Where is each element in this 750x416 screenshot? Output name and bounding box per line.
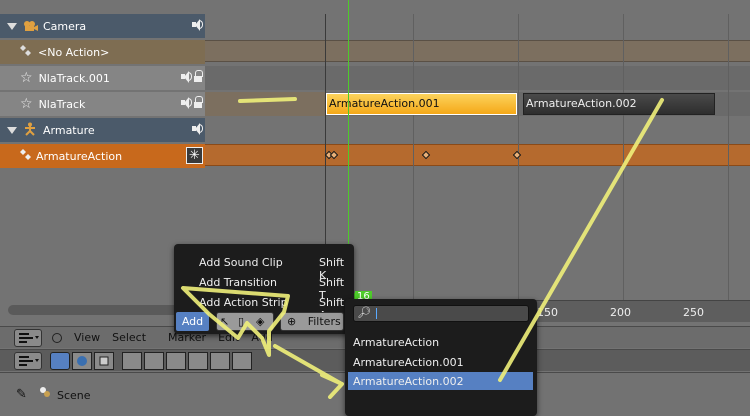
scene-icon — [38, 385, 52, 402]
strip-extend-region — [205, 92, 325, 116]
action-strip-002[interactable]: ArmatureAction.002 — [523, 93, 715, 115]
lock-icon[interactable] — [193, 70, 203, 82]
track-row-camera — [205, 14, 750, 38]
push-down-icon[interactable]: ✳ — [186, 147, 203, 164]
action-strip-001[interactable]: ArmatureAction.001 — [326, 93, 517, 115]
grid-line — [728, 14, 729, 304]
horizontal-scrollbar[interactable] — [8, 305, 198, 315]
channel-nla-track-001[interactable]: ☆ NlaTrack.001 — [0, 66, 205, 90]
editor-type-icon[interactable] — [14, 328, 42, 347]
channel-label: Camera — [43, 19, 87, 33]
material-icon[interactable] — [210, 351, 230, 370]
menu-select[interactable]: Select — [112, 331, 146, 344]
nla-track-area[interactable]: ArmatureAction.001 ArmatureAction.002 — [205, 14, 750, 304]
channel-label: Armature — [43, 123, 95, 137]
grid-line — [413, 14, 414, 304]
camera-icon — [23, 20, 39, 32]
channel-no-action[interactable]: <No Action> — [0, 40, 205, 64]
snap-mode-dropdown[interactable] — [545, 329, 705, 347]
filters-button[interactable]: ⊕ Filters — [280, 312, 344, 331]
tweak-icon[interactable]: ◈ — [256, 315, 264, 328]
expand-arrow-icon[interactable] — [7, 126, 17, 134]
speaker-icon[interactable] — [191, 18, 203, 31]
menu-item-add-sound-clip[interactable]: Add Sound Clip — [199, 256, 283, 269]
action-search-popup: 🔎︎ ArmatureAction ArmatureAction.001 Arm… — [345, 299, 537, 416]
channel-armature-action[interactable]: ArmatureAction ✳ — [0, 144, 205, 168]
menu-item-add-action-strip[interactable]: Add Action Strip — [199, 296, 288, 309]
render-layer-icon[interactable] — [50, 351, 70, 370]
grid-line — [623, 14, 624, 304]
action-item-armatureaction[interactable]: ArmatureAction — [353, 336, 439, 349]
menu-item-add-transition[interactable]: Add Transition — [199, 276, 277, 289]
world-icon[interactable] — [72, 351, 92, 370]
cursor-icon[interactable]: ↖ — [220, 315, 229, 328]
filters-expand-icon[interactable]: ⊕ — [287, 315, 296, 328]
action-item-armatureaction-001[interactable]: ArmatureAction.001 — [353, 356, 464, 369]
filters-toggle[interactable]: ↖ ▯ ◈ — [216, 312, 274, 331]
constraint-icon[interactable] — [122, 351, 142, 370]
bone-icon[interactable] — [188, 351, 208, 370]
add-button[interactable]: Add — [176, 312, 209, 331]
channel-label: <No Action> — [38, 45, 110, 59]
expand-arrow-icon[interactable] — [7, 22, 17, 30]
texture-icon[interactable] — [232, 351, 252, 370]
filter-icon[interactable]: ▯ — [238, 315, 244, 328]
track-row-armature — [205, 118, 750, 142]
pin-icon[interactable]: ✎ — [16, 387, 27, 402]
collapse-menu-icon[interactable] — [52, 332, 62, 343]
channel-label: NlaTrack.001 — [38, 71, 110, 85]
action-search-field[interactable]: 🔎︎ — [353, 305, 529, 322]
data-icon[interactable] — [166, 351, 186, 370]
speaker-icon[interactable] — [180, 70, 192, 83]
search-icon: 🔎︎ — [357, 306, 371, 319]
frame-tick-label: 200 — [610, 306, 631, 319]
solo-star-icon[interactable]: ☆ — [20, 96, 33, 112]
track-row-nla-track-001 — [205, 66, 750, 90]
grid-line — [518, 14, 519, 304]
action-keyframe-icon — [20, 44, 32, 60]
editor-type-icon[interactable] — [14, 351, 42, 370]
track-row-no-action — [205, 40, 750, 62]
channel-label: NlaTrack — [38, 97, 86, 111]
object-icon[interactable] — [94, 351, 114, 370]
track-row-armature-action — [205, 144, 750, 166]
channel-nla-track[interactable]: ☆ NlaTrack — [0, 92, 205, 116]
channel-armature[interactable]: Armature — [0, 118, 205, 142]
channel-camera[interactable]: Camera — [0, 14, 205, 38]
modifier-icon[interactable] — [144, 351, 164, 370]
channel-list: Camera <No Action> ☆ NlaTrack.001 ☆ NlaT… — [0, 14, 205, 274]
channel-label: ArmatureAction — [36, 149, 123, 163]
armature-icon — [23, 122, 37, 139]
lock-icon[interactable] — [193, 96, 203, 108]
frame-tick-label: 250 — [683, 306, 704, 319]
action-item-armatureaction-002[interactable]: ArmatureAction.002 — [353, 375, 464, 388]
speaker-icon[interactable] — [180, 96, 192, 109]
action-keyframe-icon — [20, 148, 32, 164]
menu-view[interactable]: View — [74, 331, 100, 344]
search-cursor — [376, 308, 377, 319]
filters-label: Filters — [307, 315, 341, 328]
scene-label[interactable]: Scene — [57, 389, 91, 402]
speaker-icon[interactable] — [191, 122, 203, 135]
frame-tick-label: 150 — [537, 306, 558, 319]
solo-star-icon[interactable]: ☆ — [20, 70, 33, 86]
